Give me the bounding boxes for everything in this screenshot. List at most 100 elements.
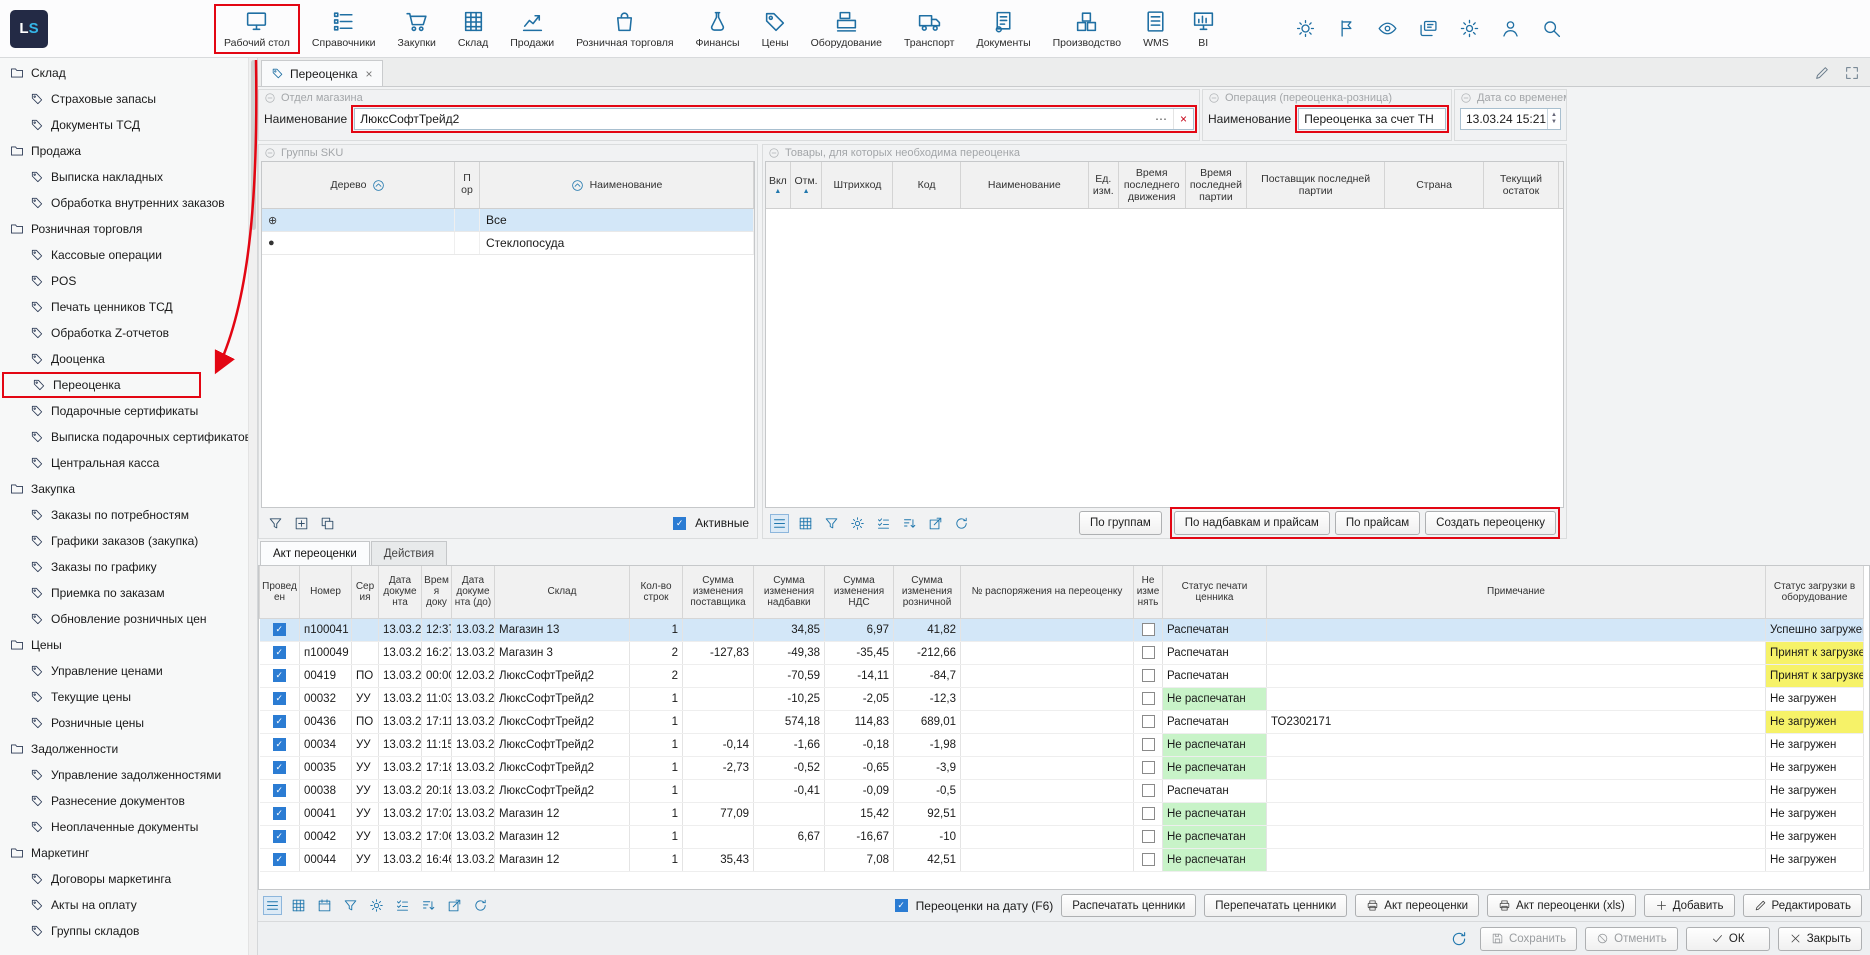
save-button[interactable]: Сохранить [1480, 927, 1577, 951]
grid-icon[interactable] [797, 515, 814, 532]
funnel-icon[interactable] [823, 515, 840, 532]
sidebar-item[interactable]: Разнесение документов [0, 788, 248, 814]
edit-icon[interactable] [1814, 65, 1830, 81]
sku-column-name[interactable]: Наименование [480, 162, 754, 208]
operation-name-input[interactable]: Переоценка за счет ТН [1298, 108, 1446, 130]
goods-column-header[interactable]: Время последнего движения [1119, 162, 1186, 208]
acts-row[interactable]: ✓00042УУ13.03.2417:0613.03.24Магазин 121… [260, 825, 1864, 848]
topbar-item-production[interactable]: Производство [1045, 6, 1129, 52]
acts-row[interactable]: ✓00419ПО13.03.2400:0012.03.24ЛюксСофтТре… [260, 664, 1864, 687]
no-change-checkbox[interactable]: ✓ [1142, 623, 1155, 636]
sidebar-item[interactable]: Обработка внутренних заказов [0, 190, 248, 216]
acts-column-header[interactable]: Сумма изменения надбавки [754, 566, 825, 618]
sort-icon[interactable] [420, 897, 437, 914]
tab-revaluation-act[interactable]: Акт переоценки [260, 541, 370, 565]
collapse-icon[interactable] [264, 147, 276, 159]
topbar-item-prices[interactable]: Цены [754, 6, 797, 52]
acts-column-header[interactable]: № распоряжения на переоценку [961, 566, 1134, 618]
select-list-icon[interactable] [264, 897, 281, 914]
topbar-item-purchases[interactable]: Закупки [390, 6, 444, 52]
topbar-item-transport[interactable]: Транспорт [896, 6, 963, 52]
acts-row[interactable]: ✓00032УУ13.03.2411:0313.03.24ЛюксСофтТре… [260, 687, 1864, 710]
topbar-item-equipment[interactable]: Оборудование [803, 6, 890, 52]
sidebar-item[interactable]: Страховые запасы [0, 86, 248, 112]
copy-icon[interactable] [319, 515, 336, 532]
plus-box-icon[interactable] [293, 515, 310, 532]
grid-icon[interactable] [290, 897, 307, 914]
acts-column-header[interactable]: Статус загрузки в оборудование [1766, 566, 1864, 618]
tab-close-icon[interactable]: × [366, 67, 373, 81]
sidebar-item[interactable]: Управление ценами [0, 658, 248, 684]
sidebar-item[interactable]: Розничные цены [0, 710, 248, 736]
print-tags-button[interactable]: Распечатать ценники [1061, 894, 1196, 917]
sidebar-item[interactable]: Неоплаченные документы [0, 814, 248, 840]
acts-column-header[interactable]: Статус печати ценника [1163, 566, 1267, 618]
create-revaluation-button[interactable]: Создать переоценку [1425, 511, 1556, 535]
posted-checkbox[interactable]: ✓ [273, 830, 286, 843]
acts-column-header[interactable]: Сумма изменения поставщика [683, 566, 754, 618]
by-markups-and-prices-button[interactable]: По надбавкам и прайсам [1174, 511, 1330, 535]
topbar-item-warehouse[interactable]: Склад [450, 6, 496, 52]
posted-checkbox[interactable]: ✓ [273, 807, 286, 820]
goods-column-header[interactable]: Время последней партии [1186, 162, 1247, 208]
goods-column-header[interactable]: Ед. изм. [1089, 162, 1119, 208]
revaluations-on-date-checkbox[interactable]: ✓ [895, 899, 908, 912]
sidebar-item[interactable]: POS [0, 268, 248, 294]
posted-checkbox[interactable]: ✓ [273, 669, 286, 682]
settings-icon[interactable] [1459, 18, 1480, 39]
checklist-icon[interactable] [394, 897, 411, 914]
goods-column-header[interactable]: Отм.▲ [791, 162, 823, 208]
refresh-icon[interactable] [953, 515, 970, 532]
sidebar-item[interactable]: Заказы по графику [0, 554, 248, 580]
sidebar-item[interactable]: Выписка подарочных сертификатов [0, 424, 248, 450]
active-checkbox[interactable]: ✓ [673, 517, 686, 530]
sku-column-tree[interactable]: Дерево [262, 162, 455, 208]
sidebar-item[interactable]: Приемка по заказам [0, 580, 248, 606]
acts-column-header[interactable]: Не изменять [1134, 566, 1163, 618]
no-change-checkbox[interactable]: ✓ [1142, 807, 1155, 820]
funnel-icon[interactable] [267, 515, 284, 532]
acts-row[interactable]: ✓00034УУ13.03.2411:1513.03.24ЛюксСофтТре… [260, 733, 1864, 756]
feedback-icon[interactable] [1418, 18, 1439, 39]
app-logo[interactable]: LS [10, 10, 48, 48]
posted-checkbox[interactable]: ✓ [273, 784, 286, 797]
acts-column-header[interactable]: Проведен [260, 566, 300, 618]
refresh-icon[interactable] [472, 897, 489, 914]
collapse-icon[interactable] [768, 147, 780, 159]
datetime-input[interactable]: 13.03.24 15:21 ▲▼ [1460, 108, 1561, 130]
revaluation-act-xls-button[interactable]: Акт переоценки (xls) [1487, 894, 1636, 917]
ok-button[interactable]: ОК [1686, 927, 1770, 951]
lookup-button[interactable]: ⋯ [1149, 112, 1173, 126]
topbar-item-documents[interactable]: Документы [968, 6, 1038, 52]
sidebar-item[interactable]: Маркетинг [0, 840, 248, 866]
sidebar-item[interactable]: Задолженности [0, 736, 248, 762]
export-icon[interactable] [927, 515, 944, 532]
sidebar-item[interactable]: Заказы по потребностям [0, 502, 248, 528]
sidebar-item[interactable]: Цены [0, 632, 248, 658]
sidebar-item[interactable]: Выписка накладных [0, 164, 248, 190]
posted-checkbox[interactable]: ✓ [273, 692, 286, 705]
clear-field-icon[interactable]: × [1173, 109, 1193, 129]
collapse-icon[interactable] [1460, 92, 1472, 104]
eye-icon[interactable] [1377, 18, 1398, 39]
posted-checkbox[interactable]: ✓ [273, 715, 286, 728]
refresh-icon[interactable] [1450, 930, 1468, 948]
acts-column-header[interactable]: Примечание [1267, 566, 1766, 618]
acts-row[interactable]: ✓00436ПО13.03.2417:1113.03.24ЛюксСофтТре… [260, 710, 1864, 733]
acts-column-header[interactable]: Сумма изменения розничной [894, 566, 961, 618]
no-change-checkbox[interactable]: ✓ [1142, 715, 1155, 728]
add-button[interactable]: Добавить [1644, 894, 1735, 917]
sidebar-item[interactable]: Договоры маркетинга [0, 866, 248, 892]
sku-row[interactable]: ⊕Все [262, 209, 754, 232]
reprint-tags-button[interactable]: Перепечатать ценники [1204, 894, 1347, 917]
collapse-icon[interactable] [1208, 92, 1220, 104]
goods-column-header[interactable]: Код [893, 162, 960, 208]
sidebar-item[interactable]: Переоценка [2, 372, 201, 398]
collapse-icon[interactable] [264, 92, 276, 104]
posted-checkbox[interactable]: ✓ [273, 623, 286, 636]
gear-icon[interactable] [368, 897, 385, 914]
sidebar-item[interactable]: Документы ТСД [0, 112, 248, 138]
sku-column-order[interactable]: Пор [455, 162, 480, 208]
goods-column-header[interactable]: Поставщик последней партии [1247, 162, 1385, 208]
bullet-icon[interactable]: ● [268, 237, 275, 249]
